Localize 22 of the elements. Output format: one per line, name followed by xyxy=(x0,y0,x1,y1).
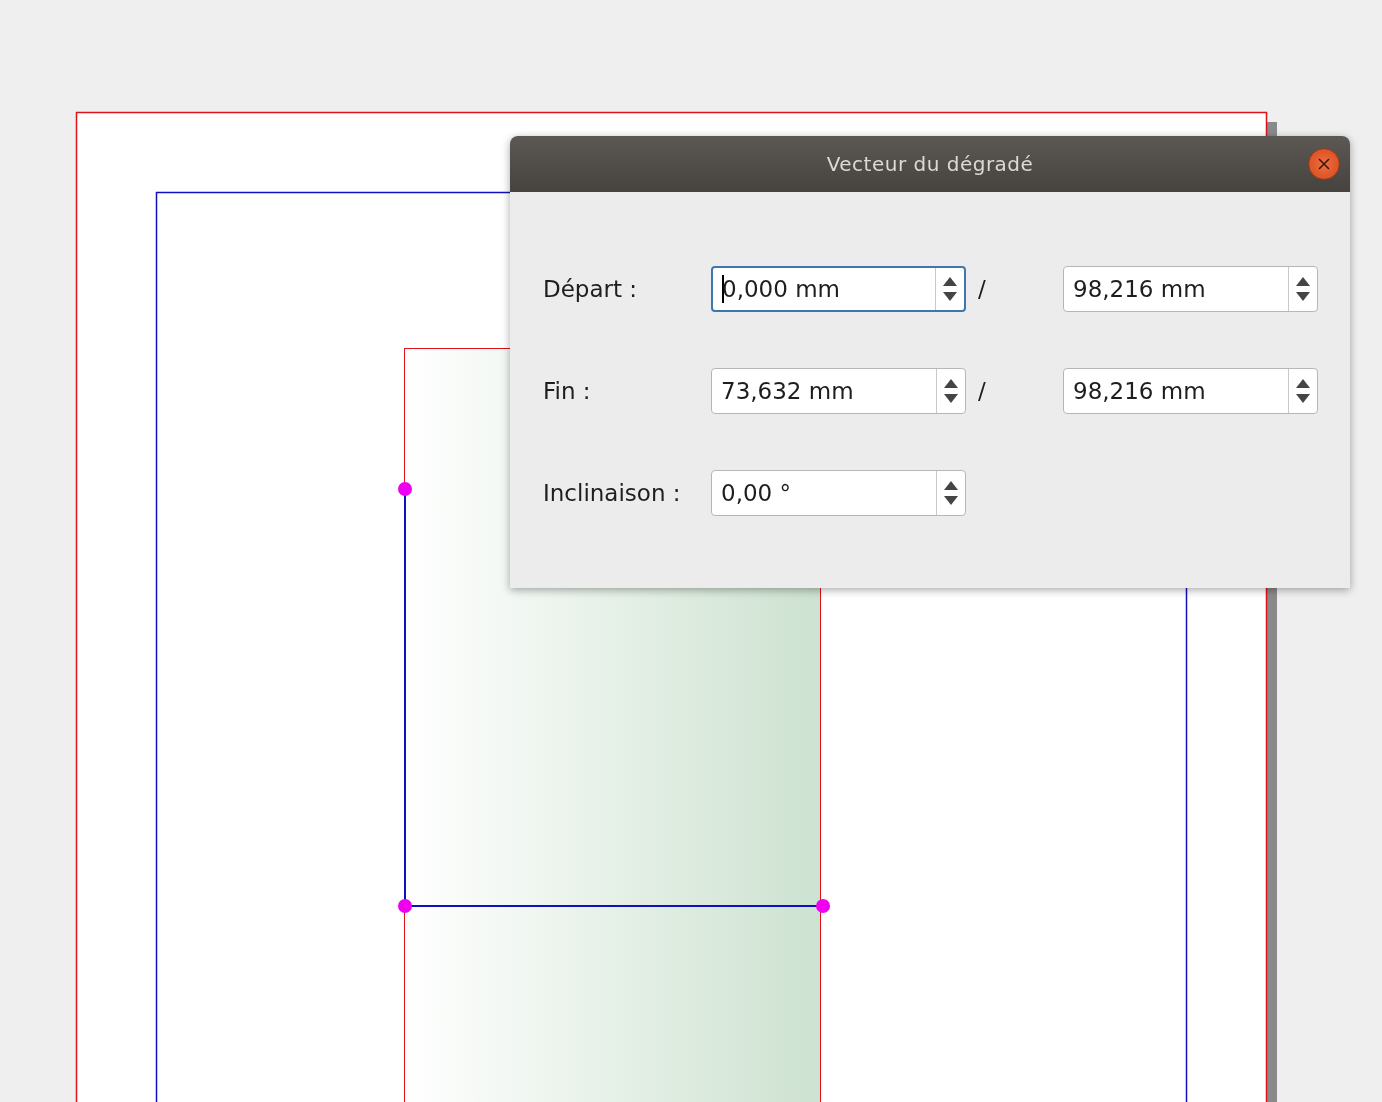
window-title: Vecteur du dégradé xyxy=(826,152,1034,176)
close-icon xyxy=(1318,158,1330,170)
down-arrow-icon[interactable] xyxy=(944,394,958,403)
down-arrow-icon[interactable] xyxy=(943,292,957,301)
spin-field[interactable]: 98,216 mm xyxy=(1063,266,1318,312)
up-arrow-icon[interactable] xyxy=(943,277,957,286)
down-arrow-icon[interactable] xyxy=(1296,292,1310,301)
up-arrow-icon[interactable] xyxy=(944,379,958,388)
separator-text: / xyxy=(977,276,987,302)
up-arrow-icon[interactable] xyxy=(944,481,958,490)
up-arrow-icon[interactable] xyxy=(1296,379,1310,388)
down-arrow-icon[interactable] xyxy=(1296,394,1310,403)
spin-field[interactable]: 0,00 ° xyxy=(711,470,966,516)
field-label: Fin : xyxy=(543,378,592,404)
spin-field[interactable]: 98,216 mm xyxy=(1063,368,1318,414)
down-arrow-icon[interactable] xyxy=(944,496,958,505)
spin-field[interactable]: 73,632 mm xyxy=(711,368,966,414)
close-button[interactable] xyxy=(1308,148,1340,180)
field-label: Départ : xyxy=(543,276,639,302)
separator-text: / xyxy=(977,378,987,404)
up-arrow-icon[interactable] xyxy=(1296,277,1310,286)
field-label: Inclinaison : xyxy=(543,480,682,506)
